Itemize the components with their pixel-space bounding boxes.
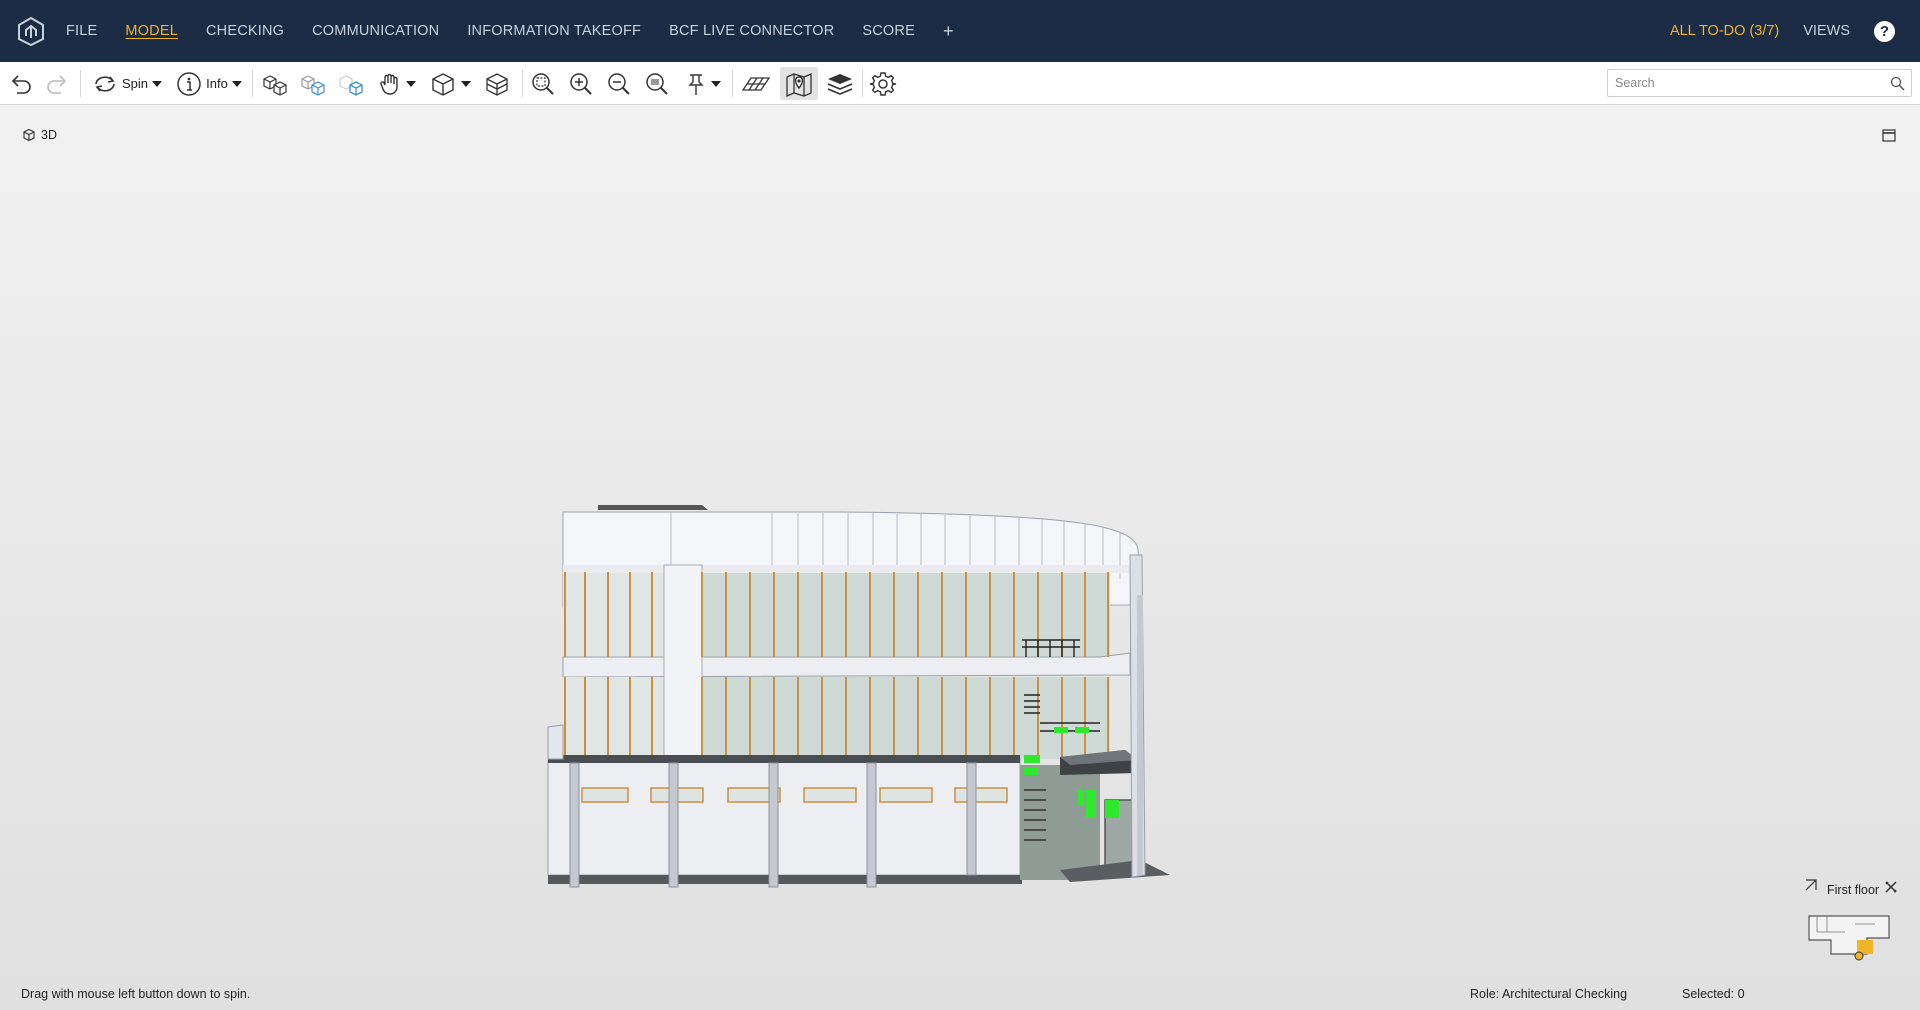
- box-icon: [432, 72, 454, 96]
- zoom-fit-button[interactable]: [528, 67, 558, 100]
- cubes-icon: [263, 74, 287, 96]
- roof-unit: [598, 505, 708, 510]
- upper-floor-main: [700, 572, 1110, 657]
- zoom-fit-icon: [532, 72, 554, 95]
- layers-button[interactable]: [822, 67, 858, 100]
- zoom-out-icon: [608, 72, 630, 95]
- close-icon[interactable]: [1884, 880, 1898, 894]
- search-icon[interactable]: [1890, 76, 1905, 91]
- grid-plane-icon: [741, 76, 771, 91]
- show-all-button[interactable]: [258, 67, 292, 100]
- floor-band-1: [563, 565, 1130, 573]
- spin-icon: [95, 75, 115, 92]
- pin-icon: [688, 73, 704, 95]
- cube-icon: [23, 128, 35, 142]
- zoom-selection-button[interactable]: [642, 67, 672, 100]
- gear-icon: [869, 71, 897, 96]
- maximize-button[interactable]: [1882, 129, 1896, 147]
- curved-column: [1137, 595, 1143, 875]
- view-label-text: 3D: [41, 128, 57, 142]
- top-nav: FILE MODEL CHECKING COMMUNICATION INFORM…: [0, 0, 1920, 62]
- 3d-viewport[interactable]: 3D First floor Drag with mouse left butt…: [0, 105, 1920, 1010]
- building-model[interactable]: [540, 405, 1210, 905]
- settings-button[interactable]: [866, 67, 900, 100]
- ground-floor-wall: [547, 758, 1021, 876]
- menu-information-takeoff[interactable]: INFORMATION TAKEOFF: [467, 23, 641, 39]
- spin-label: Spin: [121, 76, 149, 91]
- minimap-title: First floor: [1827, 883, 1880, 897]
- slab-edge: [548, 755, 1020, 763]
- cubes-transparent-icon: [301, 74, 325, 96]
- chevron-down-icon: [711, 80, 721, 87]
- cube-isolate-icon: [339, 74, 363, 96]
- hand-dropdown[interactable]: [374, 67, 420, 100]
- zoom-out-button[interactable]: [604, 67, 634, 100]
- info-dropdown[interactable]: Info: [172, 67, 246, 100]
- pin-dropdown[interactable]: [680, 67, 726, 100]
- zoom-in-button[interactable]: [566, 67, 596, 100]
- menu-file[interactable]: FILE: [66, 23, 97, 39]
- left-wall: [547, 724, 564, 760]
- help-button[interactable]: ?: [1874, 20, 1895, 42]
- info-label: Info: [206, 76, 228, 91]
- menu-score[interactable]: SCORE: [862, 23, 915, 39]
- chevron-down-icon: [231, 80, 242, 87]
- chevron-down-icon: [461, 80, 471, 87]
- status-role: Role: Architectural Checking: [1470, 987, 1628, 1001]
- main-menu: FILE MODEL CHECKING COMMUNICATION INFORM…: [66, 0, 953, 62]
- todo-link[interactable]: ALL TO-DO (3/7): [1670, 23, 1779, 39]
- stairwell: [1020, 765, 1100, 880]
- search-input[interactable]: [1608, 70, 1873, 96]
- menu-model[interactable]: MODEL: [125, 23, 178, 39]
- section-box-button[interactable]: [480, 67, 514, 100]
- search-box: [1607, 69, 1912, 97]
- toolbar-divider: [732, 70, 733, 97]
- zoom-in-icon: [570, 72, 592, 95]
- map-pin-icon: [786, 72, 812, 97]
- undo-button[interactable]: [6, 67, 36, 100]
- menu-checking[interactable]: CHECKING: [206, 23, 284, 39]
- status-hint: Drag with mouse left button down to spin…: [21, 987, 251, 1001]
- toolbar-divider: [522, 70, 523, 97]
- isolate-button[interactable]: [334, 67, 368, 100]
- spin-dropdown[interactable]: Spin: [88, 67, 166, 100]
- chevron-down-icon: [152, 80, 163, 87]
- floor-minimap: First floor: [1800, 874, 1900, 974]
- maximize-icon: [1882, 129, 1896, 142]
- status-selected: Selected: 0: [1682, 987, 1745, 1001]
- view-label: 3D: [22, 128, 57, 142]
- upper-floor-left: [563, 572, 664, 657]
- zoom-selection-icon: [646, 72, 668, 95]
- box-view-dropdown[interactable]: [426, 67, 474, 100]
- toolbar-divider: [80, 70, 81, 97]
- hand-icon: [380, 73, 398, 95]
- toolbar-divider: [252, 70, 253, 97]
- chevron-down-icon: [406, 80, 416, 87]
- transparent-button[interactable]: [296, 67, 330, 100]
- views-link[interactable]: VIEWS: [1803, 23, 1850, 39]
- menu-bcf-live-connector[interactable]: BCF LIVE CONNECTOR: [669, 23, 834, 39]
- redo-icon: [47, 74, 67, 94]
- info-icon: [177, 71, 201, 96]
- grid-plane-button[interactable]: [738, 67, 774, 100]
- expand-icon[interactable]: [1804, 878, 1818, 892]
- floor-plan-thumbnail[interactable]: [1805, 910, 1893, 962]
- redo-button[interactable]: [42, 67, 72, 100]
- app-logo-icon[interactable]: [0, 0, 62, 62]
- map-pin-button[interactable]: [780, 67, 818, 100]
- middle-floor-left: [563, 677, 664, 759]
- toolbar: Spin Info: [0, 62, 1920, 105]
- menu-communication[interactable]: COMMUNICATION: [312, 23, 439, 39]
- middle-floor-main: [700, 677, 1110, 759]
- undo-icon: [11, 74, 31, 94]
- ground-slab: [548, 875, 1022, 884]
- section-box-icon: [486, 72, 508, 96]
- layers-icon: [827, 73, 853, 95]
- add-tab-button[interactable]: +: [943, 21, 954, 42]
- toolbar-divider: [862, 70, 863, 97]
